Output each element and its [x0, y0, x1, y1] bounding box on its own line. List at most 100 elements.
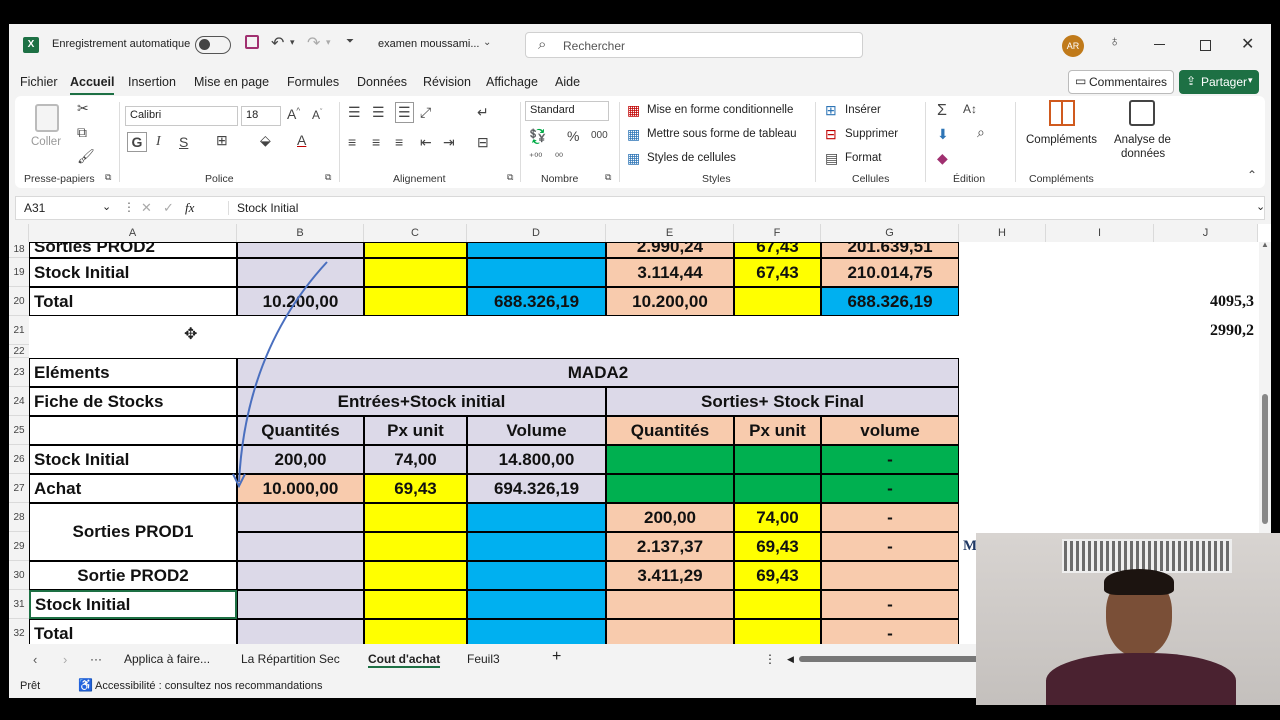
format-icon[interactable]: ▤	[825, 150, 838, 167]
column-header-h[interactable]: H	[959, 224, 1046, 242]
cell-styles-icon[interactable]: ▦	[627, 150, 640, 167]
filename-chevron-icon[interactable]: ⌄	[483, 37, 491, 48]
menu-formules[interactable]: Formules	[287, 75, 339, 89]
menu-fichier[interactable]: Fichier	[20, 75, 58, 89]
find-icon[interactable]: ⌕	[977, 124, 985, 141]
cell-f32[interactable]	[734, 619, 821, 644]
accessibility-icon[interactable]: ♿	[78, 678, 93, 692]
row-header-28[interactable]: 28	[9, 503, 29, 532]
copy-icon[interactable]: ⧉	[77, 124, 87, 141]
cell-e29[interactable]: 2.137,37	[606, 532, 734, 561]
confirm-formula-icon[interactable]: ✓	[163, 200, 174, 216]
formula-options-icon[interactable]: ⋮	[123, 200, 135, 214]
autosave-toggle[interactable]	[195, 36, 231, 54]
sort-filter-icon[interactable]: A↕	[963, 102, 977, 116]
cell-f19[interactable]: 67,43	[734, 258, 821, 287]
sheet-tab-cout-achat[interactable]: Cout d'achat	[368, 652, 441, 668]
cut-icon[interactable]: ✂	[77, 100, 89, 117]
cell-e30[interactable]: 3.411,29	[606, 561, 734, 590]
cell-j20[interactable]: 4095,3	[1154, 287, 1258, 316]
cell-c29[interactable]	[364, 532, 467, 561]
delete-button[interactable]: Supprimer	[845, 128, 898, 140]
menu-affichage[interactable]: Affichage	[486, 75, 538, 89]
cell-c32[interactable]	[364, 619, 467, 644]
decrease-indent-icon[interactable]: ⇤	[420, 134, 432, 151]
align-left-icon[interactable]: ≡	[348, 134, 356, 150]
menu-mise-en-page[interactable]: Mise en page	[194, 75, 269, 89]
cell-e18[interactable]: 2.990,24	[606, 242, 734, 258]
addins-icon[interactable]	[1049, 100, 1075, 126]
italic-icon[interactable]: I	[156, 134, 161, 150]
cell-e28[interactable]: 200,00	[606, 503, 734, 532]
menu-insertion[interactable]: Insertion	[128, 75, 176, 89]
cell-a32[interactable]: Total	[29, 619, 237, 644]
cell-f28[interactable]: 74,00	[734, 503, 821, 532]
cell-d26[interactable]: 14.800,00	[467, 445, 606, 474]
cell-f31[interactable]	[734, 590, 821, 619]
avatar[interactable]: AR	[1062, 35, 1084, 57]
cell-f20[interactable]	[734, 287, 821, 316]
table-format-button[interactable]: Mettre sous forme de tableau	[647, 128, 797, 140]
thousands-icon[interactable]: 000	[591, 130, 608, 141]
prev-sheet-icon[interactable]: ‹	[33, 652, 37, 667]
increase-decimal-icon[interactable]: ⁺⁰⁰	[529, 152, 542, 163]
font-color-icon[interactable]: A	[297, 132, 306, 148]
paste-icon[interactable]	[35, 104, 59, 132]
cell-g25[interactable]: volume	[821, 416, 959, 445]
cell-g29[interactable]: -	[821, 532, 959, 561]
merge-center-icon[interactable]: ⊟	[477, 134, 489, 151]
cell-e24-merged[interactable]: Sorties+ Stock Final	[606, 387, 959, 416]
sheet-tab-applica[interactable]: Applica à faire...	[124, 652, 210, 666]
horizontal-scrollbar-thumb[interactable]	[799, 656, 984, 662]
tab-options-icon[interactable]: ⋮	[764, 652, 776, 666]
expand-formula-icon[interactable]: ⌄	[1256, 200, 1265, 213]
redo-icon[interactable]: ↷	[307, 33, 320, 53]
cell-g18[interactable]: 201.639,51	[821, 242, 959, 258]
cell-f18[interactable]: 67,43	[734, 242, 821, 258]
cell-g28[interactable]: -	[821, 503, 959, 532]
cell-e26[interactable]	[606, 445, 734, 474]
cell-e31[interactable]	[606, 590, 734, 619]
align-right-icon[interactable]: ≡	[395, 134, 403, 150]
underline-icon[interactable]: S	[179, 134, 188, 150]
cell-e27[interactable]	[606, 474, 734, 503]
cell-d18[interactable]	[467, 242, 606, 258]
number-format-select[interactable]: Standard	[525, 101, 609, 121]
cell-e19[interactable]: 3.114,44	[606, 258, 734, 287]
wrap-text-icon[interactable]: ↵	[477, 104, 489, 121]
column-header-g[interactable]: G	[821, 224, 959, 242]
table-format-icon[interactable]: ▦	[627, 126, 640, 143]
hscroll-left-icon[interactable]: ◀	[787, 654, 794, 665]
restore-icon[interactable]	[1200, 40, 1211, 51]
row-header-29[interactable]: 29	[9, 532, 29, 561]
redo-dropdown-icon[interactable]: ▾	[326, 37, 331, 48]
analyze-data-label-2[interactable]: données	[1121, 148, 1165, 160]
cell-g26[interactable]: -	[821, 445, 959, 474]
cell-a28-merged[interactable]: Sorties PROD1	[29, 503, 237, 561]
cell-g20[interactable]: 688.326,19	[821, 287, 959, 316]
autosum-icon[interactable]: Σ	[937, 102, 947, 120]
format-painter-icon[interactable]: 🖌	[77, 148, 95, 165]
cell-b30[interactable]	[237, 561, 364, 590]
row-header-30[interactable]: 30	[9, 561, 29, 590]
cell-g31[interactable]: -	[821, 590, 959, 619]
scroll-up-icon[interactable]: ▲	[1261, 240, 1269, 249]
more-sheets-icon[interactable]: ···	[90, 652, 102, 666]
menu-accueil[interactable]: Accueil	[70, 75, 115, 95]
cell-c31[interactable]	[364, 590, 467, 619]
addins-button[interactable]: Compléments	[1026, 134, 1097, 146]
cell-d32[interactable]	[467, 619, 606, 644]
formula-content[interactable]: Stock Initial	[228, 201, 298, 215]
font-size-select[interactable]: 18	[241, 106, 281, 126]
format-button[interactable]: Format	[845, 152, 881, 164]
column-header-e[interactable]: E	[606, 224, 734, 242]
next-sheet-icon[interactable]: ›	[63, 652, 67, 667]
cell-g32[interactable]: -	[821, 619, 959, 644]
cell-d29[interactable]	[467, 532, 606, 561]
align-center-icon[interactable]: ≡	[372, 134, 380, 150]
cell-a30[interactable]: Sortie PROD2	[29, 561, 237, 590]
file-name[interactable]: examen moussami...	[378, 38, 479, 50]
cell-g27[interactable]: -	[821, 474, 959, 503]
cell-f30[interactable]: 69,43	[734, 561, 821, 590]
cell-b31[interactable]	[237, 590, 364, 619]
